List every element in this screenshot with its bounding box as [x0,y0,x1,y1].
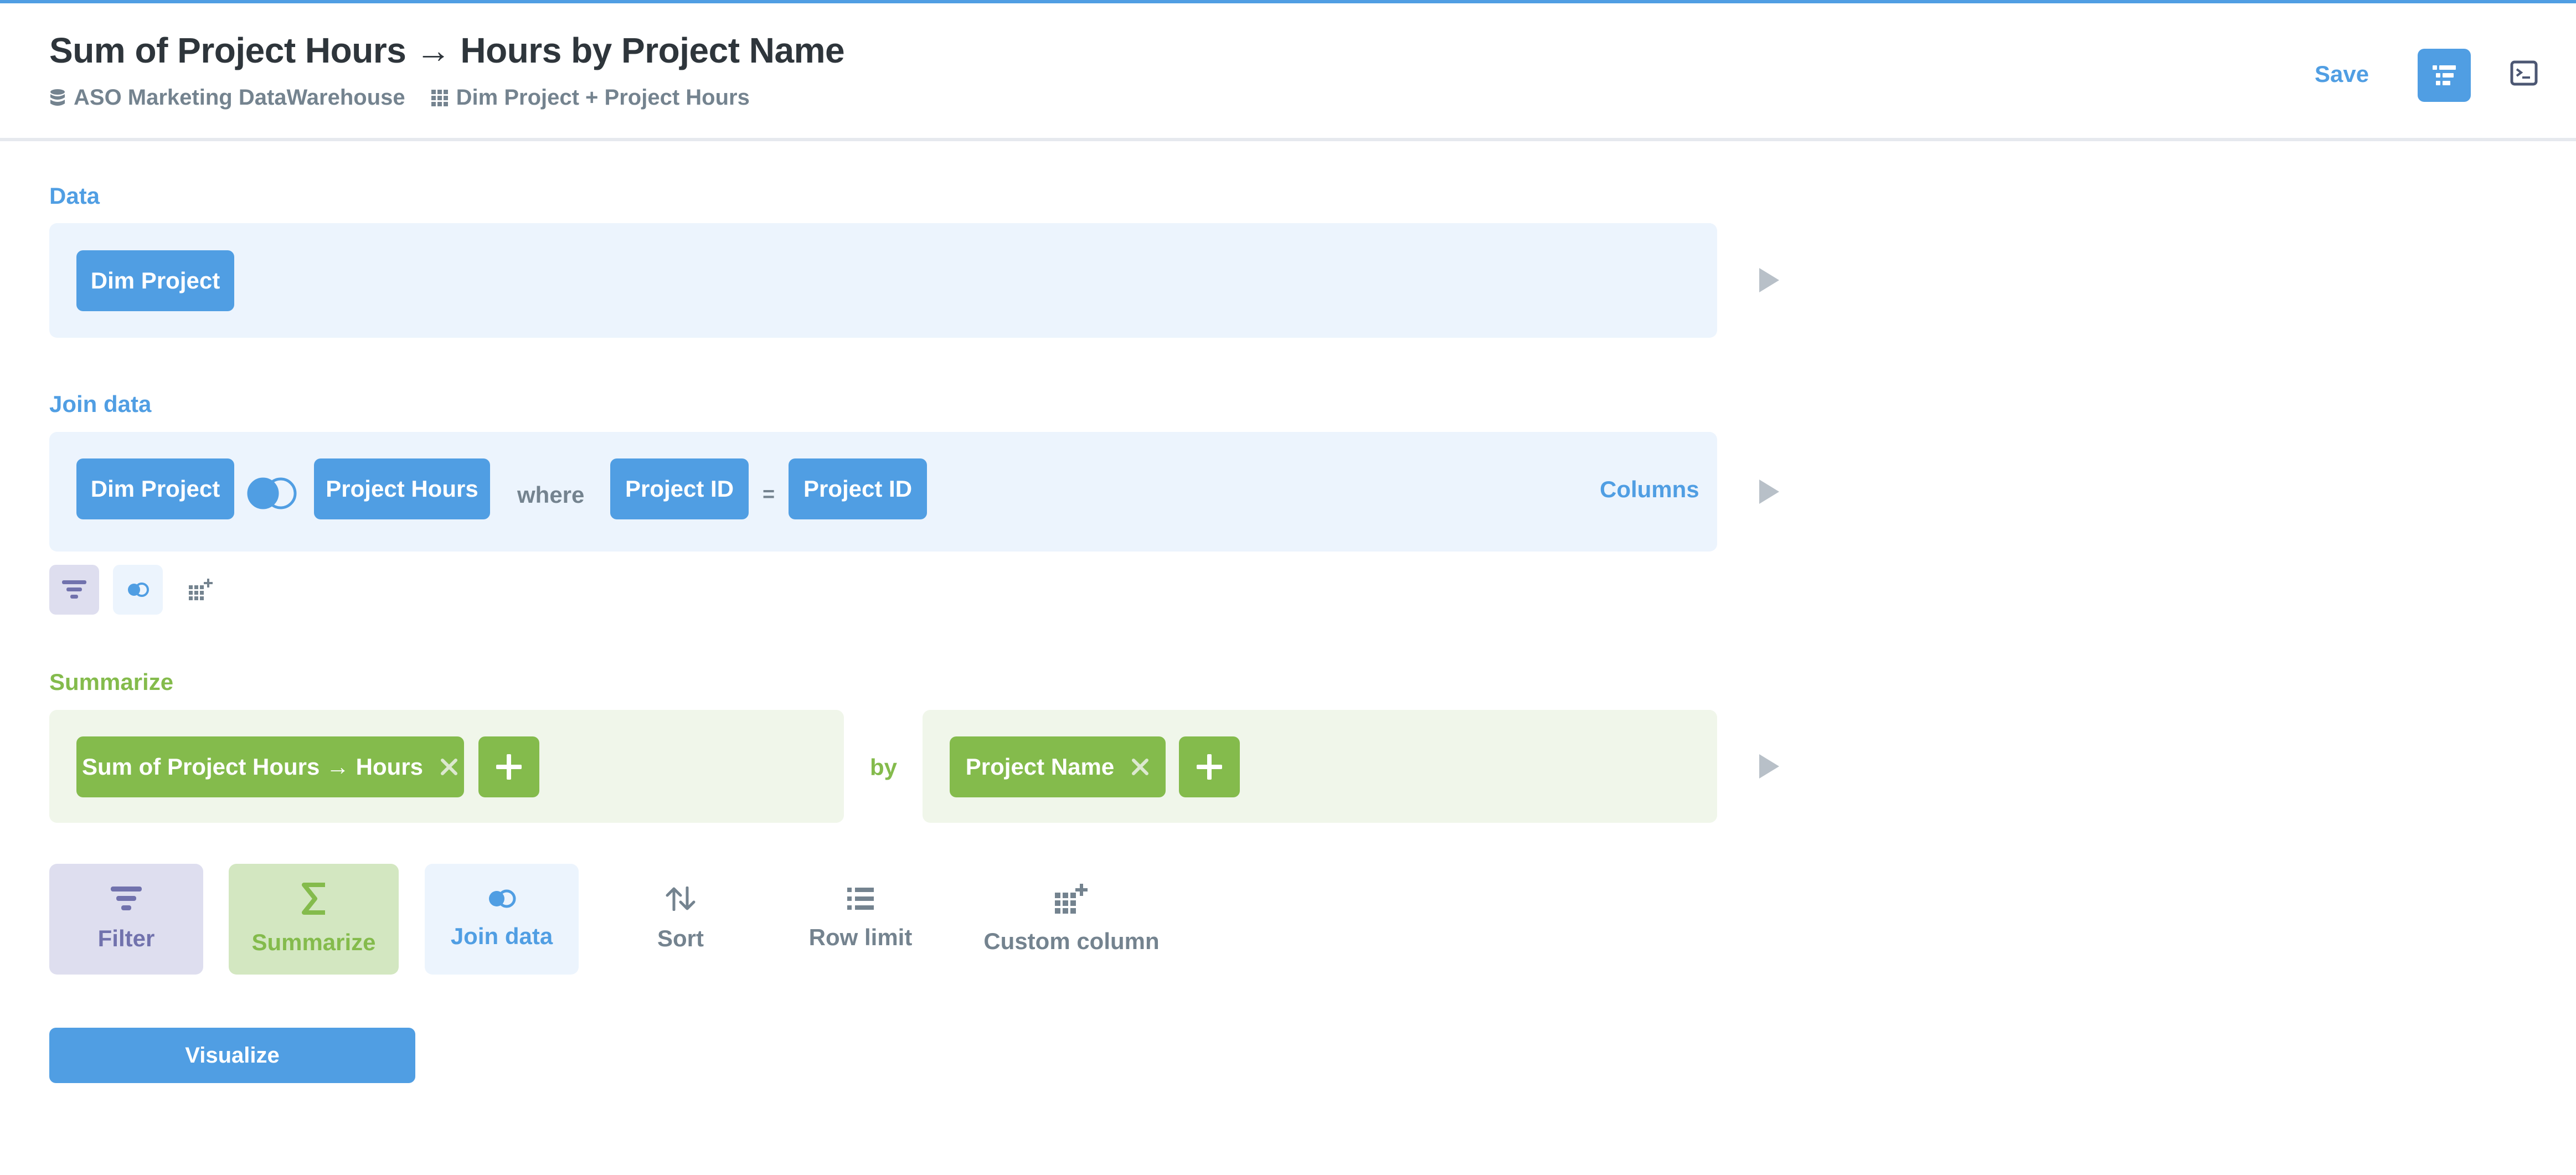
join-operator[interactable]: = [763,483,775,507]
breadcrumb-database[interactable]: ASO Marketing DataWarehouse [49,85,405,110]
notebook-editor-icon [2433,65,2456,85]
left-join-icon [247,477,297,509]
filter-action-button[interactable]: Filter [49,864,203,975]
data-step-label: Data [49,183,100,209]
notebook-editor-button[interactable] [2418,49,2471,102]
list-icon [847,888,874,910]
save-button[interactable]: Save [2315,61,2369,87]
join-type-button[interactable] [244,476,300,513]
plus-icon [496,754,522,780]
database-icon [50,89,65,106]
join-right-column-pill[interactable]: Project ID [789,458,927,519]
filter-icon [62,580,86,599]
sigma-icon [301,883,325,915]
metric-pill[interactable]: Sum of Project Hours → Hours [76,736,464,797]
custom-column-action-button[interactable]: Custom column [980,864,1163,975]
data-source-pill[interactable]: Dim Project [76,250,234,311]
sort-action-label: Sort [657,925,704,951]
join-columns-link[interactable]: Columns [1600,476,1699,503]
summarize-step-preview-play-icon[interactable] [1759,754,1779,779]
join-left-table-pill[interactable]: Dim Project [76,458,234,519]
data-step-preview-play-icon[interactable] [1759,268,1779,292]
remove-metric-close-icon[interactable] [440,757,458,776]
table-grid-icon [431,89,448,106]
summarize-breakout-box: Project Name [923,710,1717,823]
join-icon [489,889,516,908]
visualize-button[interactable]: Visualize [49,1028,415,1083]
query-header: Sum of Project Hours → Hours by Project … [0,3,2576,141]
sort-arrows-icon [666,887,695,911]
data-step-box: Dim Project [49,223,1717,338]
metric-pill-label: Sum of Project Hours → Hours [81,754,424,780]
custom-column-action-label: Custom column [983,928,1160,954]
breakout-pill[interactable]: Project Name [950,736,1166,797]
join-left-column-pill[interactable]: Project ID [610,458,749,519]
join-action-button[interactable]: Join data [425,864,579,975]
sort-action-button[interactable]: Sort [604,864,758,975]
join-right-table-pill[interactable]: Project Hours [314,458,490,519]
add-metric-button[interactable] [478,736,539,797]
row-limit-action-label: Row limit [808,924,913,950]
breadcrumb-database-label: ASO Marketing DataWarehouse [74,85,405,110]
summarize-action-button[interactable]: Summarize [229,864,399,975]
row-limit-action-button[interactable]: Row limit [784,864,937,975]
join-step-preview-play-icon[interactable] [1759,480,1779,504]
breadcrumb-table-label: Dim Project + Project Hours [456,85,750,110]
filter-action-label: Filter [97,925,155,951]
add-custom-column-mini-button[interactable] [176,565,226,615]
sql-console-button[interactable] [2510,59,2538,87]
add-filter-mini-button[interactable] [49,565,99,615]
filter-icon [111,887,142,910]
plus-icon [1197,754,1222,780]
join-where-text: where [517,482,585,508]
join-step-label: Join data [49,391,152,417]
custom-column-icon [189,579,213,600]
breakout-pill-label: Project Name [965,754,1115,780]
summarize-step-label: Summarize [49,669,174,695]
add-join-mini-button[interactable] [113,565,163,615]
summarize-by-text: by [870,754,898,780]
remove-breakout-close-icon[interactable] [1131,757,1150,776]
page-title: Sum of Project Hours → Hours by Project … [49,30,845,70]
add-breakout-button[interactable] [1179,736,1240,797]
sql-console-icon [2510,60,2538,86]
summarize-metrics-box: Sum of Project Hours → Hours [49,710,844,823]
breadcrumb: ASO Marketing DataWarehouse Dim Project … [49,85,750,110]
breadcrumb-table[interactable]: Dim Project + Project Hours [431,85,750,110]
join-action-label: Join data [450,923,553,949]
join-step-box: Dim Project Project Hours where Project … [49,432,1717,552]
custom-column-icon [1055,884,1088,914]
join-icon [128,583,149,597]
summarize-action-label: Summarize [251,929,376,955]
